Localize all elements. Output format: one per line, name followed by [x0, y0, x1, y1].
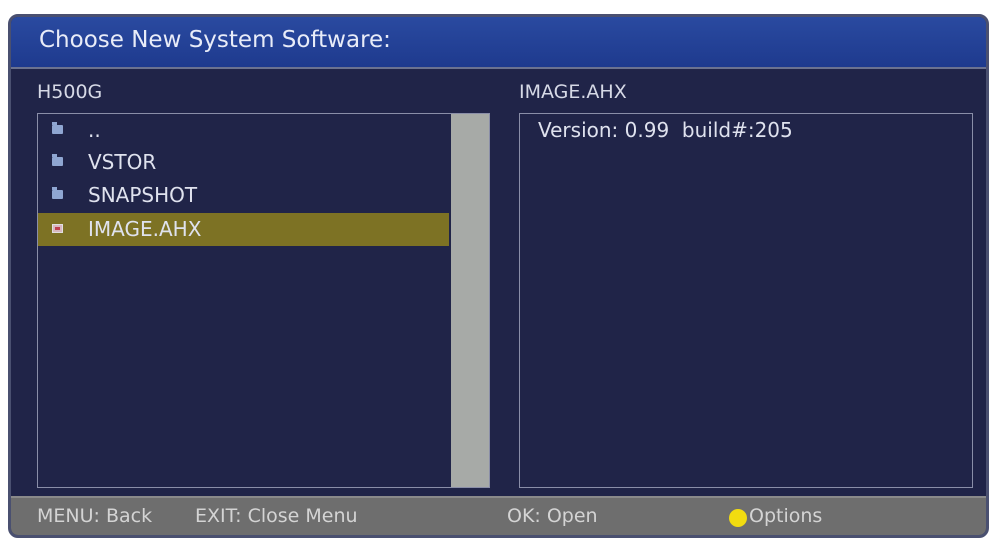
ok-open-hint: OK: Open	[507, 505, 598, 527]
footer-help-bar: MENU: Back EXIT: Close Menu OK: Open Opt…	[11, 496, 986, 535]
menu-back-hint: MENU: Back	[37, 505, 153, 527]
file-row-label: VSTOR	[88, 150, 157, 174]
left-panel-label: H500G	[37, 81, 103, 103]
right-panel-label: IMAGE.AHX	[519, 81, 627, 103]
file-row-snapshot[interactable]: SNAPSHOT	[38, 179, 449, 212]
folder-icon	[52, 154, 63, 166]
file-list[interactable]: .. VSTOR SNAPSHOT IMAGE.AHX	[37, 113, 490, 488]
scrollbar[interactable]	[451, 114, 489, 487]
file-row-label: IMAGE.AHX	[88, 217, 202, 241]
folder-icon	[52, 122, 63, 134]
file-row-parent[interactable]: ..	[38, 114, 449, 147]
folder-icon	[52, 187, 63, 199]
image-file-icon	[52, 224, 63, 233]
yellow-button-icon	[729, 509, 747, 527]
file-row-label: SNAPSHOT	[88, 183, 198, 207]
version-info: Version: 0.99 build#:205	[538, 118, 793, 142]
file-row-label: ..	[88, 118, 101, 142]
file-row-image-ahx[interactable]: IMAGE.AHX	[38, 213, 449, 246]
exit-close-hint: EXIT: Close Menu	[195, 505, 358, 527]
title-bar: Choose New System Software:	[11, 17, 986, 69]
file-row-vstor[interactable]: VSTOR	[38, 146, 449, 179]
dialog-title: Choose New System Software:	[39, 27, 391, 53]
options-hint: Options	[749, 505, 823, 527]
software-dialog: Choose New System Software: H500G IMAGE.…	[8, 14, 989, 538]
file-info-panel: Version: 0.99 build#:205	[519, 113, 973, 488]
